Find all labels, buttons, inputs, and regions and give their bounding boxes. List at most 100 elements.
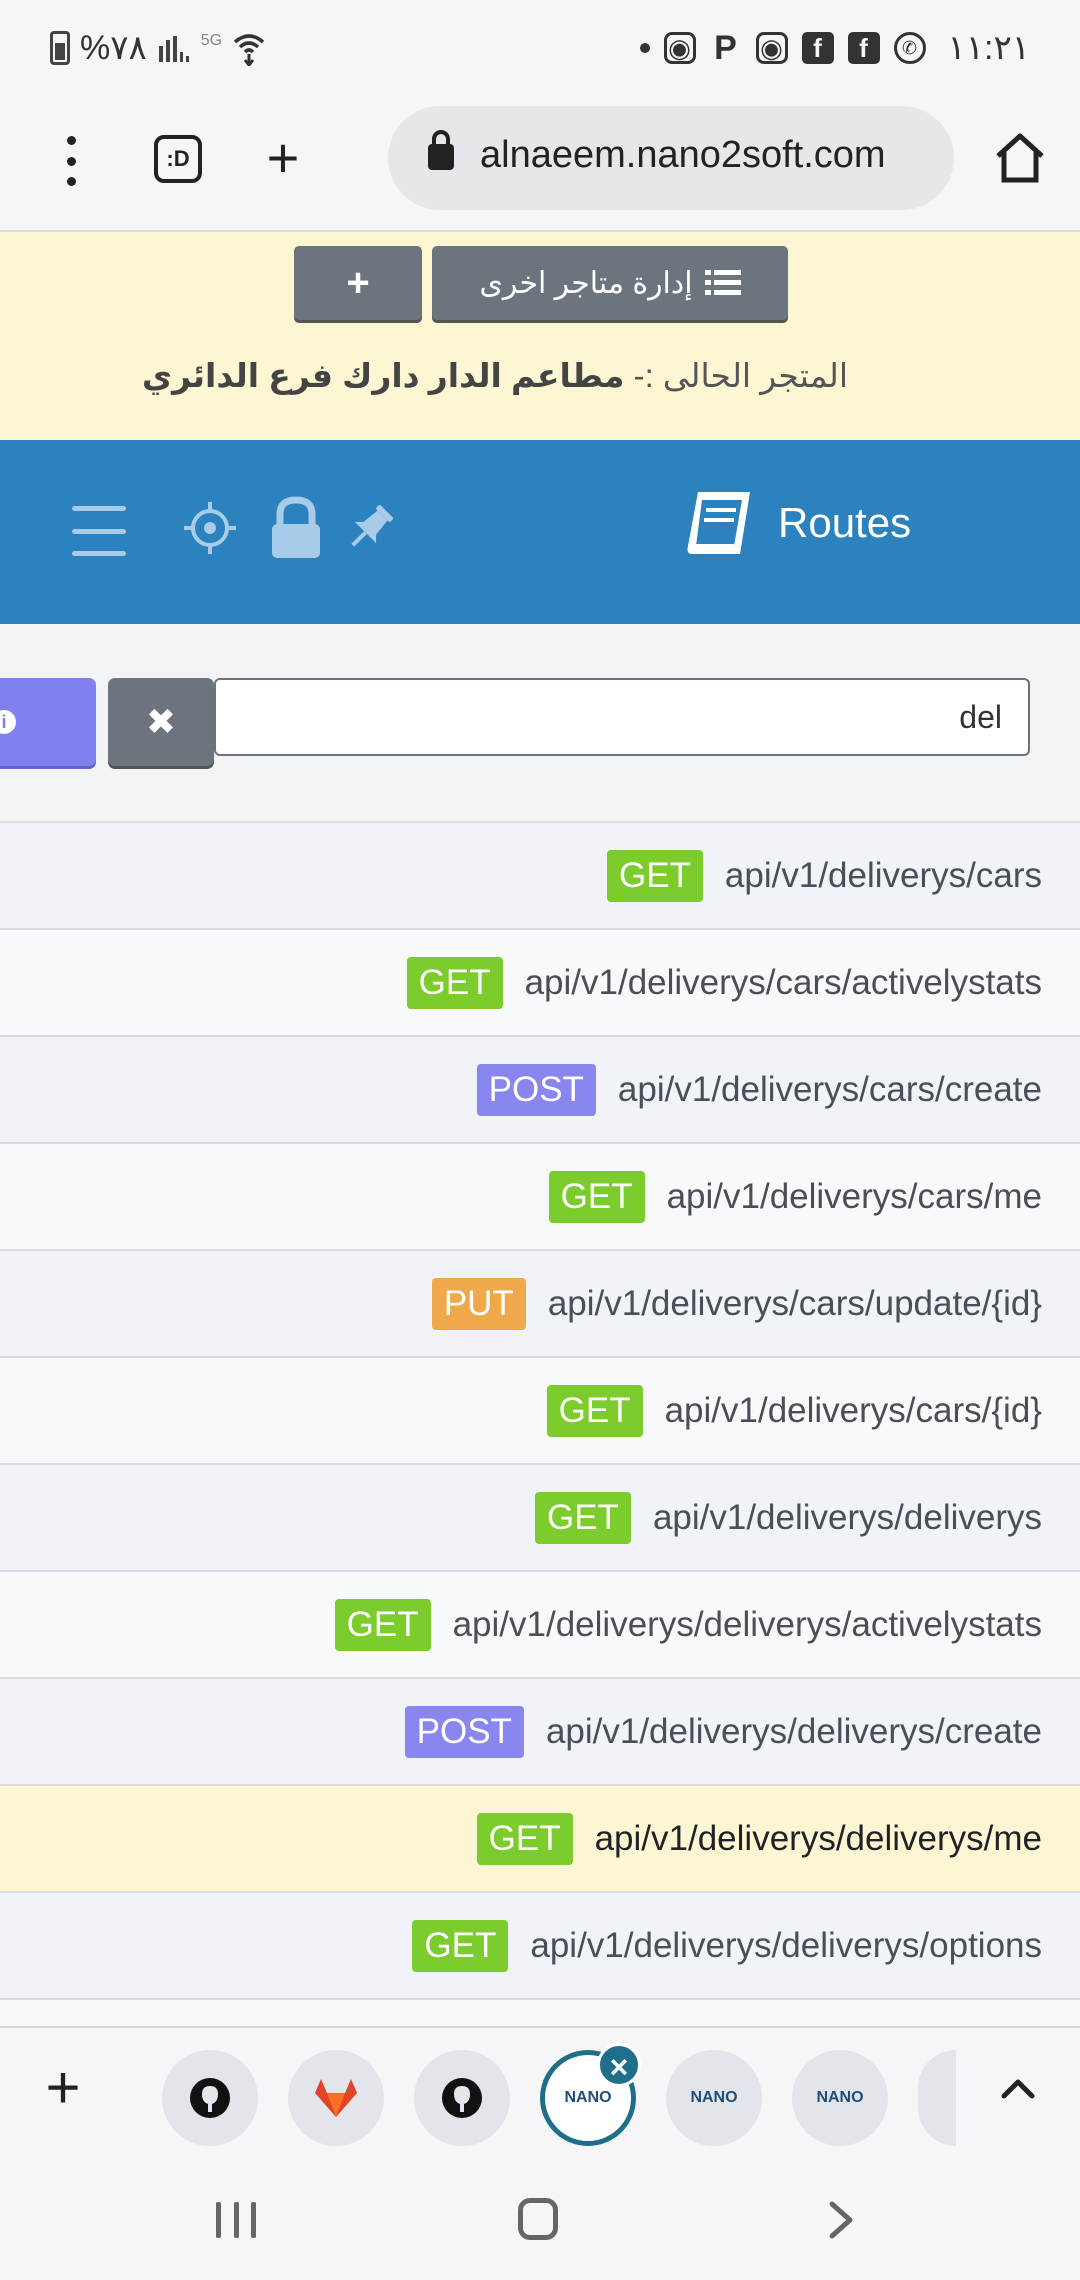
add-tab-button[interactable]: +: [38, 2058, 88, 2118]
home-icon[interactable]: [992, 130, 1048, 186]
back-chevron-icon[interactable]: [820, 2200, 860, 2240]
address-bar[interactable]: alnaeem.nano2soft.com: [388, 106, 954, 210]
nano-icon: NANO: [690, 2089, 738, 2106]
wifi-icon: [233, 34, 265, 66]
info-button[interactable]: i: [0, 678, 96, 766]
route-row[interactable]: PUT api/v1/deliverys/cars/update/{id}: [0, 1251, 1080, 1358]
route-path: api/v1/deliverys/deliverys: [652, 1497, 1042, 1537]
method-badge: PUT: [431, 1277, 526, 1330]
route-row[interactable]: GET api/v1/deliverys/deliverys/options: [0, 1893, 1080, 2000]
clear-search-button[interactable]: ✖: [108, 678, 214, 766]
method-badge: POST: [476, 1063, 596, 1116]
tab-github[interactable]: [162, 2050, 258, 2146]
nano-icon: NANO: [564, 2089, 612, 2106]
method-badge: GET: [548, 1170, 645, 1223]
route-row[interactable]: GET api/v1/deliverys/deliverys/me: [0, 1786, 1080, 1893]
menu-icon[interactable]: [72, 506, 126, 556]
route-row[interactable]: GET api/v1/deliverys/cars: [0, 823, 1080, 930]
tab-nano[interactable]: [918, 2050, 956, 2146]
route-row[interactable]: GET api/v1/deliverys/cars/me: [0, 1144, 1080, 1251]
status-right: ◉ P ◉ f f ✆ ١١:٢١: [639, 28, 1031, 68]
more-options-icon[interactable]: [66, 136, 76, 186]
list-icon: [704, 270, 741, 295]
tab-nano[interactable]: NANO: [666, 2050, 762, 2146]
gitlab-icon: [315, 2079, 357, 2117]
page-title: Routes: [778, 499, 912, 546]
status-left: %٧٨ 5G: [50, 28, 266, 68]
method-badge: GET: [412, 1919, 509, 1972]
search-row: i ✖: [0, 624, 1080, 822]
add-store-button[interactable]: +: [294, 246, 422, 320]
route-row[interactable]: POST api/v1/deliverys/cars/create: [0, 1037, 1080, 1144]
route-path: api/v1/deliverys/cars/activelystats: [524, 962, 1042, 1002]
app-header: Routes: [0, 440, 1080, 624]
battery-level: %٧٨: [80, 29, 147, 67]
route-path: api/v1/deliverys/deliverys/options: [530, 1925, 1042, 1965]
route-path: api/v1/deliverys/cars/create: [617, 1069, 1042, 1109]
signal-icon: [158, 36, 189, 62]
method-badge: GET: [334, 1598, 431, 1651]
route-row[interactable]: GET api/v1/deliverys/deliverys/activelyst…: [0, 1572, 1080, 1679]
route-row[interactable]: POST api/v1/deliverys/deliverys/create: [0, 1679, 1080, 1786]
current-store-prefix: المتجر الحالى :-: [633, 357, 848, 394]
pin-icon[interactable]: [344, 502, 394, 556]
book-icon: [687, 492, 750, 554]
current-store: المتجر الحالى :- مطاعم الدار دارك فرع ال…: [142, 356, 848, 395]
new-tab-button[interactable]: +: [258, 130, 308, 186]
status-bar: %٧٨ 5G ◉ P ◉ f f ✆ ١١:٢١: [0, 0, 1080, 100]
method-badge: GET: [546, 1384, 643, 1437]
browser-tab-strip: + NANO × NANO NANO: [0, 2026, 1080, 2156]
route-row[interactable]: PUT: [0, 2000, 1080, 2027]
route-path: api/v1/deliverys/cars: [724, 855, 1042, 895]
crosshair-icon[interactable]: [182, 500, 238, 556]
tab-gitlab[interactable]: [288, 2050, 384, 2146]
method-badge: GET: [534, 1491, 631, 1544]
store-panel: + إدارة متاجر اخرى المتجر الحالى :- مطاع…: [0, 232, 1080, 440]
github-icon: [442, 2078, 482, 2118]
github-icon: [190, 2078, 230, 2118]
lock-icon: [428, 130, 454, 170]
nano-icon: NANO: [816, 2089, 864, 2106]
route-row[interactable]: GET api/v1/deliverys/cars/activelystats: [0, 930, 1080, 1037]
method-badge: POST: [404, 1705, 524, 1758]
route-path: api/v1/deliverys/deliverys/create: [545, 1711, 1042, 1751]
manage-stores-button[interactable]: إدارة متاجر اخرى: [432, 246, 788, 320]
brand: Routes: [684, 488, 911, 558]
tab-nano[interactable]: NANO: [792, 2050, 888, 2146]
tab-nano-active[interactable]: NANO ×: [540, 2043, 641, 2146]
facebook-icon: f: [847, 32, 880, 64]
route-search-input[interactable]: [214, 678, 1030, 756]
route-path: api/v1/deliverys/cars/me: [666, 1176, 1042, 1216]
whatsapp-icon: ✆: [893, 32, 926, 64]
info-icon: i: [0, 710, 16, 734]
lock-icon[interactable]: [266, 496, 326, 560]
chevron-up-icon[interactable]: [998, 2068, 1038, 2108]
method-badge: GET: [406, 956, 503, 1009]
tab-github[interactable]: [414, 2050, 510, 2146]
route-path: api/v1/deliverys/cars/{id}: [664, 1390, 1042, 1430]
instagram-icon: ◉: [663, 32, 696, 64]
instagram-icon: ◉: [755, 32, 788, 64]
manage-stores-label: إدارة متاجر اخرى: [479, 266, 693, 300]
recents-icon[interactable]: [216, 2202, 256, 2238]
current-store-name: مطاعم الدار دارك فرع الدائري: [141, 357, 625, 394]
method-badge: GET: [476, 1812, 573, 1865]
facebook-icon: f: [801, 32, 834, 64]
pinterest-icon: P: [714, 28, 737, 67]
url-text: alnaeem.nano2soft.com: [480, 134, 886, 176]
route-list: GET api/v1/deliverys/cars GET api/v1/delive…: [0, 821, 1080, 2027]
route-row[interactable]: GET api/v1/deliverys/deliverys: [0, 1465, 1080, 1572]
5g-icon: 5G: [200, 32, 223, 49]
system-navigation: [0, 2156, 1080, 2280]
battery-icon: [50, 31, 70, 65]
browser-toolbar: :D + alnaeem.nano2soft.com: [0, 100, 1080, 232]
route-path: api/v1/deliverys/deliverys/activelystats: [452, 1604, 1042, 1644]
notification-dot-icon: [639, 43, 650, 53]
clock: ١١:٢١: [947, 29, 1031, 67]
tab-switcher-button[interactable]: :D: [154, 135, 202, 183]
route-path: api/v1/deliverys/cars/update/{id}: [547, 1283, 1042, 1323]
home-button-icon[interactable]: [518, 2198, 558, 2240]
route-row[interactable]: GET api/v1/deliverys/cars/{id}: [0, 1358, 1080, 1465]
method-badge: GET: [606, 849, 703, 902]
close-tab-icon[interactable]: ×: [597, 2043, 641, 2087]
